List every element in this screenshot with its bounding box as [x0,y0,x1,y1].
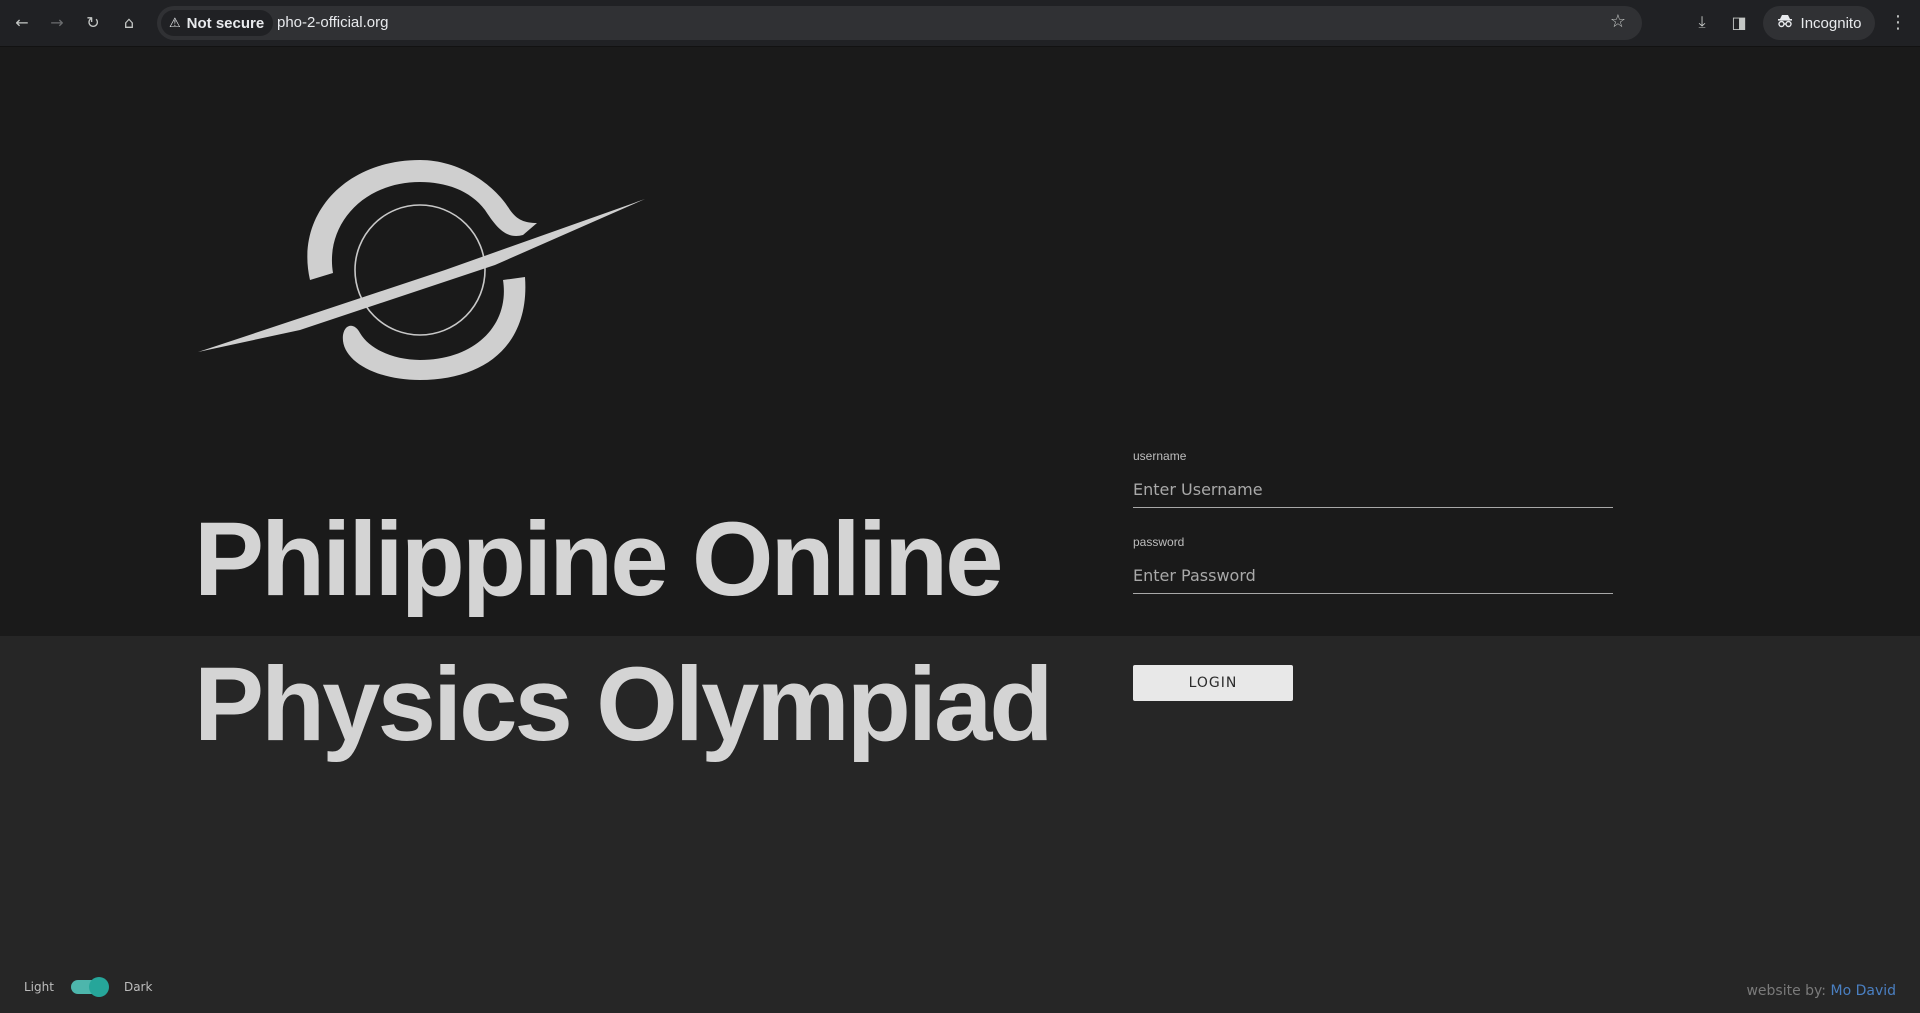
theme-dark-label: Dark [123,980,153,994]
footer-credit: website by: Mo David [1746,983,1896,999]
credit-prefix: website by: [1746,983,1831,999]
username-input[interactable] [1133,471,1613,508]
forward-icon[interactable]: → [45,10,69,34]
security-label: Not secure [186,14,265,32]
page-title-line-2: Physics Olympiad [194,646,1054,763]
bookmark-star-icon[interactable]: ☆ [1610,11,1626,32]
address-bar[interactable]: ⚠ Not secure pho-2-official.org ☆ [157,6,1642,40]
browser-menu-icon[interactable]: ⋮ [1888,10,1908,34]
incognito-label: Incognito [1800,14,1862,32]
username-label: username [1133,449,1187,463]
theme-toggle-group: Light Dark [24,977,152,997]
incognito-icon [1777,14,1793,32]
browser-toolbar: ← → ↻ ⌂ ⚠ Not secure pho-2-official.org … [0,0,1920,47]
url-text[interactable]: pho-2-official.org [277,14,388,31]
page-title-line-1: Philippine Online [194,501,1004,618]
reload-icon[interactable]: ↻ [81,10,105,34]
password-input[interactable] [1133,557,1613,594]
incognito-badge[interactable]: Incognito [1763,6,1875,40]
security-indicator[interactable]: ⚠ Not secure [161,10,274,36]
warning-icon: ⚠ [169,15,181,31]
theme-light-label: Light [24,980,54,994]
password-label: password [1133,535,1185,549]
theme-toggle-switch[interactable] [70,977,109,997]
home-icon[interactable]: ⌂ [117,10,141,34]
author-link[interactable]: Mo David [1830,983,1896,999]
back-icon[interactable]: ← [10,10,34,34]
login-button[interactable]: LOGIN [1133,665,1293,701]
toggle-knob[interactable] [88,977,109,997]
orbit-planet-logo-icon [198,160,645,380]
download-icon[interactable]: ⤓ [1690,10,1714,34]
side-panel-icon[interactable]: ◨ [1727,10,1751,34]
